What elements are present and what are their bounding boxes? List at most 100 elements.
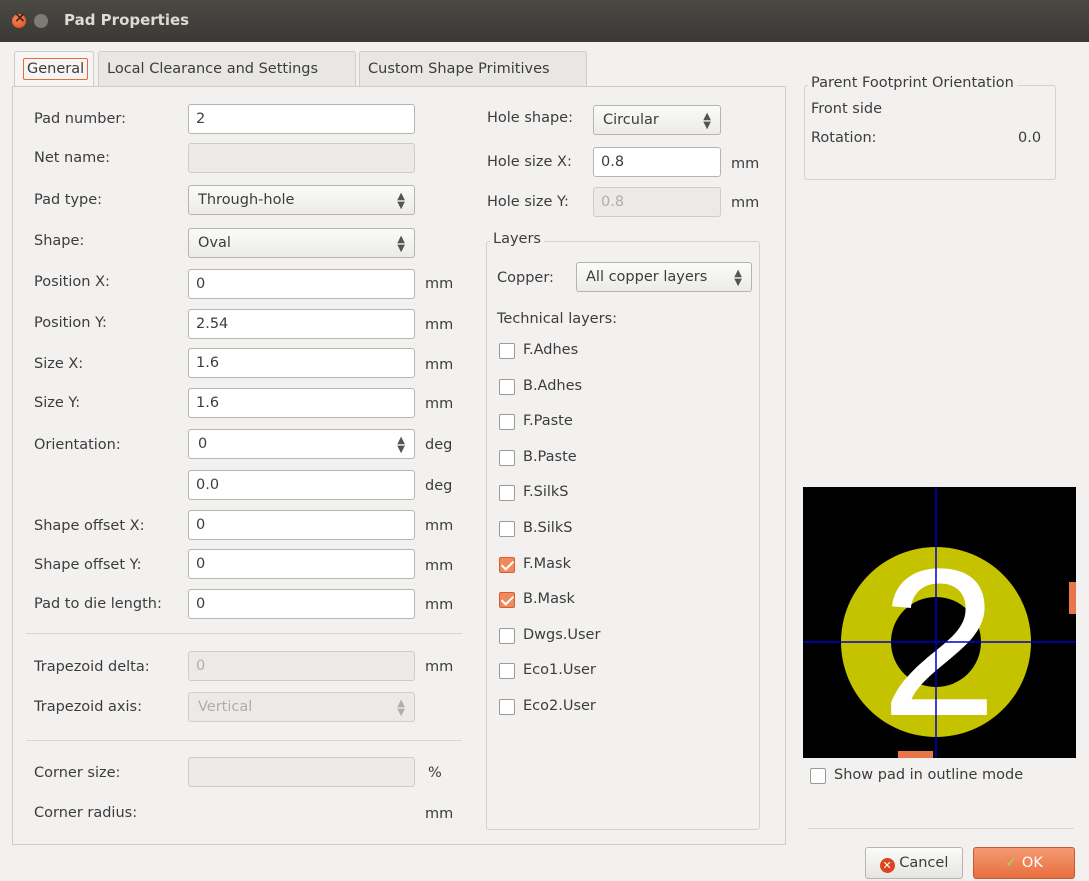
layer-checkbox[interactable] xyxy=(499,379,515,395)
layer-checkbox[interactable] xyxy=(499,592,515,608)
position-y-label: Position Y: xyxy=(34,315,107,331)
layer-checkbox[interactable] xyxy=(499,557,515,573)
parent-footprint-title: Parent Footprint Orientation xyxy=(808,75,1017,91)
neighbor-pad-right xyxy=(1069,582,1076,614)
separator xyxy=(26,633,462,634)
hole-shape-select[interactable]: Circular ▲ ▼ xyxy=(593,105,721,135)
layer-checkbox[interactable] xyxy=(499,699,515,715)
layer-checkbox[interactable] xyxy=(499,663,515,679)
layer-checkbox[interactable] xyxy=(499,521,515,537)
layer-checkbox-label: F.Adhes xyxy=(523,342,579,358)
size-x-input[interactable]: 1.6 xyxy=(188,348,415,378)
ok-check-icon: ✓ xyxy=(1005,855,1018,871)
rotation-label: Rotation: xyxy=(811,130,877,146)
orientation-custom-unit: deg xyxy=(425,478,453,494)
size-y-label: Size Y: xyxy=(34,395,81,411)
cancel-icon: ✕ xyxy=(879,858,895,873)
pad-to-die-input[interactable]: 0 xyxy=(188,589,415,619)
corner-radius-label: Corner radius: xyxy=(34,805,138,821)
pad-preview-canvas: 2 xyxy=(803,487,1076,758)
layer-checkbox-label: B.Paste xyxy=(523,449,577,465)
spin-arrows-icon: ▲ ▼ xyxy=(734,268,742,288)
trapezoid-delta-unit: mm xyxy=(425,659,454,675)
shape-offset-y-input[interactable]: 0 xyxy=(188,549,415,579)
tab-local-clearance[interactable]: Local Clearance and Settings xyxy=(98,51,356,87)
spin-arrows-icon: ▲ ▼ xyxy=(397,191,405,211)
shape-select[interactable]: Oval ▲ ▼ xyxy=(188,228,415,258)
tab-general[interactable]: General xyxy=(14,51,94,87)
pad-number-input[interactable]: 2 xyxy=(188,104,415,134)
hole-size-y-input[interactable]: 0.8 xyxy=(593,187,721,217)
hole-size-y-unit: mm xyxy=(731,195,760,211)
pad-type-select[interactable]: Through-hole ▲ ▼ xyxy=(188,185,415,215)
shape-offset-x-unit: mm xyxy=(425,518,454,534)
layer-checkbox-label: F.SilkS xyxy=(523,484,569,500)
layer-checkbox-label: B.Adhes xyxy=(523,378,583,394)
orientation-select[interactable]: 0 ▲ ▼ xyxy=(188,429,415,459)
pad-number-label: Pad number: xyxy=(34,111,127,127)
trapezoid-axis-select[interactable]: Vertical ▲ ▼ xyxy=(188,692,415,722)
pad-to-die-unit: mm xyxy=(425,597,454,613)
position-y-unit: mm xyxy=(425,317,454,333)
net-name-label: Net name: xyxy=(34,150,111,166)
size-y-unit: mm xyxy=(425,396,454,412)
pad-to-die-label: Pad to die length: xyxy=(34,596,162,612)
layer-checkbox-label: B.SilkS xyxy=(523,520,573,536)
spin-arrows-icon: ▲ ▼ xyxy=(703,111,711,131)
layer-checkbox-label: Dwgs.User xyxy=(523,627,601,643)
cancel-button[interactable]: ✕ Cancel xyxy=(865,847,963,879)
hole-size-y-label: Hole size Y: xyxy=(487,194,569,210)
minimize-icon[interactable] xyxy=(34,14,48,28)
shape-offset-y-unit: mm xyxy=(425,558,454,574)
layer-checkbox[interactable] xyxy=(499,628,515,644)
tab-custom-shape-primitives[interactable]: Custom Shape Primitives xyxy=(359,51,587,87)
close-icon[interactable] xyxy=(12,10,26,28)
layer-checkbox-label: B.Mask xyxy=(523,591,575,607)
ok-button[interactable]: ✓ OK xyxy=(973,847,1075,879)
trapezoid-delta-input[interactable]: 0 xyxy=(188,651,415,681)
footprint-side: Front side xyxy=(811,101,882,117)
corner-size-label: Corner size: xyxy=(34,765,121,781)
position-y-input[interactable]: 2.54 xyxy=(188,309,415,339)
hole-shape-label: Hole shape: xyxy=(487,110,573,126)
neighbor-pad-bottom xyxy=(898,751,933,758)
show-outline-checkbox[interactable] xyxy=(810,768,826,784)
shape-label: Shape: xyxy=(34,233,85,249)
hole-size-x-unit: mm xyxy=(731,156,760,172)
size-x-unit: mm xyxy=(425,357,454,373)
copper-label: Copper: xyxy=(497,270,554,286)
copper-layers-select[interactable]: All copper layers ▲ ▼ xyxy=(576,262,752,292)
hole-size-x-input[interactable]: 0.8 xyxy=(593,147,721,177)
position-x-unit: mm xyxy=(425,276,454,292)
spin-arrows-icon: ▲ ▼ xyxy=(397,234,405,254)
layers-group-title: Layers xyxy=(490,231,544,247)
pad-preview[interactable]: 2 xyxy=(803,487,1076,758)
hole-size-x-label: Hole size X: xyxy=(487,154,572,170)
layer-checkbox-label: F.Mask xyxy=(523,556,571,572)
shape-offset-y-label: Shape offset Y: xyxy=(34,557,142,573)
layer-checkbox-label: F.Paste xyxy=(523,413,573,429)
size-x-label: Size X: xyxy=(34,356,84,372)
window-title: Pad Properties xyxy=(64,11,190,29)
shape-offset-x-label: Shape offset X: xyxy=(34,518,145,534)
orientation-custom-input[interactable]: 0.0 xyxy=(188,470,415,500)
rotation-value: 0.0 xyxy=(1018,130,1042,146)
separator xyxy=(808,828,1074,829)
corner-size-unit: % xyxy=(428,765,442,781)
pad-type-label: Pad type: xyxy=(34,192,103,208)
corner-size-input[interactable] xyxy=(188,757,415,787)
layer-checkbox[interactable] xyxy=(499,450,515,466)
net-name-input[interactable] xyxy=(188,143,415,173)
shape-offset-x-input[interactable]: 0 xyxy=(188,510,415,540)
pad-properties-dialog: Pad Properties General Local Clearance a… xyxy=(0,0,1089,881)
title-bar: Pad Properties xyxy=(0,0,1089,42)
orientation-unit: deg xyxy=(425,437,453,453)
size-y-input[interactable]: 1.6 xyxy=(188,388,415,418)
ok-label: OK xyxy=(1021,855,1043,871)
orientation-label: Orientation: xyxy=(34,437,121,453)
layer-checkbox[interactable] xyxy=(499,343,515,359)
layer-checkbox[interactable] xyxy=(499,414,515,430)
position-x-input[interactable]: 0 xyxy=(188,269,415,299)
layer-checkbox[interactable] xyxy=(499,485,515,501)
separator xyxy=(26,740,462,741)
